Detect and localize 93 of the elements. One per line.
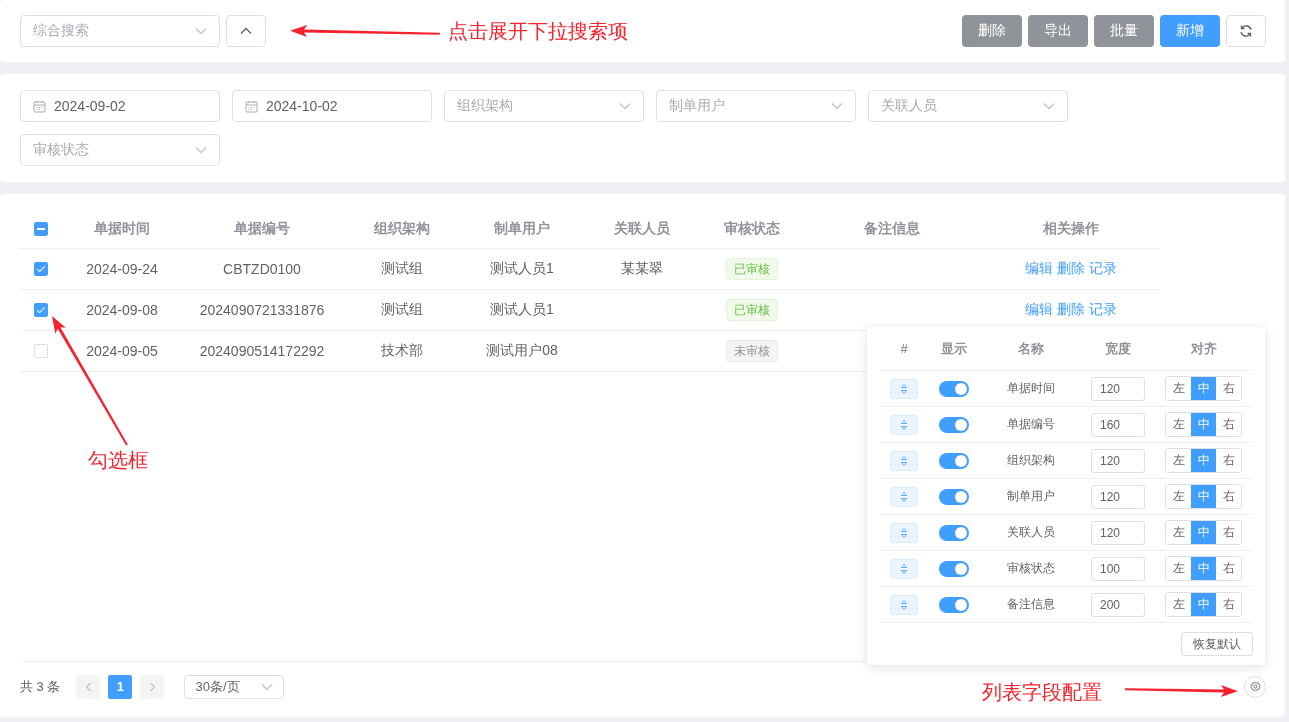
chevron-down-icon [261,682,274,691]
column-header: 审核状态 [724,219,780,238]
width-input[interactable]: 200 [1091,592,1145,617]
table-cell: CBTZD0100 [223,261,301,277]
column-name: 关联人员 [1007,524,1055,541]
annotation-text: 列表字段配置 [982,680,1102,704]
width-input[interactable]: 120 [1091,484,1145,509]
chevron-left-icon [84,681,92,692]
drag-handle[interactable] [890,378,918,399]
annotation-text: 点击展开下拉搜索项 [448,19,628,43]
chevron-down-icon [831,102,843,110]
toggle-switch[interactable] [939,488,969,505]
column-name: 制单用户 [1007,488,1055,505]
chevron-right-icon [148,681,156,692]
drag-handle[interactable] [890,450,918,471]
calendar-icon [33,99,46,113]
drag-handle[interactable] [890,594,918,615]
toggle-switch[interactable] [939,452,969,469]
column-header: 对齐 [1190,339,1217,358]
checkbox[interactable] [34,262,48,276]
toggle-switch[interactable] [939,524,969,541]
table-cell: 2024-09-08 [86,302,158,318]
width-input[interactable]: 120 [1091,520,1145,545]
table-cell: 测试人员1 [490,301,554,319]
sort-icon [901,527,907,538]
date-field[interactable]: 2024-09-02 [20,90,220,122]
table-cell: 2024-09-05 [86,343,158,359]
chevron-up-icon [240,27,252,35]
column-header: 单据时间 [94,219,150,238]
column-header: 显示 [941,339,967,358]
next-page-button[interactable] [140,674,165,699]
table-cell: 测试人员1 [490,260,554,278]
sort-icon [901,383,907,394]
settings-icon [1249,681,1261,692]
sort-icon [901,563,907,574]
width-input[interactable]: 160 [1091,412,1145,437]
table-cell: 测试组 [381,260,423,278]
column-header: # [900,341,908,356]
column-header: 关联人员 [614,219,670,238]
sort-icon [901,491,907,502]
total-count: 共 3 条 [20,677,61,696]
checkbox[interactable] [34,221,48,236]
table-cell: 2024-09-24 [86,261,158,277]
table-cell: 2024090721331876 [199,302,325,318]
refresh-icon [1239,24,1253,38]
column-header: 制单用户 [494,219,550,238]
width-input[interactable]: 100 [1091,556,1145,581]
calendar-icon [245,99,258,113]
column-name: 备注信息 [1007,596,1055,613]
date-field[interactable]: 2024-10-02 [232,90,432,122]
checkbox[interactable] [34,303,48,317]
toggle-switch[interactable] [939,596,969,613]
chevron-down-icon [1043,102,1055,110]
drag-handle[interactable] [890,558,918,579]
toggle-switch[interactable] [939,380,969,397]
table-cell: 测试用户08 [486,342,558,360]
table-cell: 2024090514172292 [199,343,325,359]
refresh-button[interactable] [1226,15,1266,47]
prev-page-button[interactable] [76,674,101,699]
sort-icon [901,455,907,466]
width-input[interactable]: 120 [1091,376,1145,401]
chevron-down-icon [195,146,207,154]
toggle-switch[interactable] [939,416,969,433]
reset-button[interactable]: 恢复默认 [1181,632,1253,656]
column-header: 单据编号 [234,219,290,238]
column-name: 单据时间 [1007,380,1055,397]
status-tag: 未审核 [726,340,778,362]
column-name: 单据编号 [1007,416,1055,433]
width-input[interactable]: 120 [1091,448,1145,473]
annotation-text: 勾选框 [88,448,148,472]
settings-button[interactable] [1244,675,1266,698]
column-header: 名称 [1018,339,1044,358]
page-size-select[interactable]: 30条/页 [184,674,285,699]
sort-icon [901,599,907,610]
drag-handle[interactable] [890,486,918,507]
table-cell: 技术部 [381,342,423,360]
column-name: 审核状态 [1007,560,1055,577]
column-name: 组织架构 [1007,452,1055,469]
drag-handle[interactable] [890,414,918,435]
status-tag: 已审核 [726,258,778,280]
table-cell: 测试组 [381,301,423,319]
collapse-button[interactable] [226,15,266,47]
toggle-switch[interactable] [939,560,969,577]
drag-handle[interactable] [890,522,918,543]
sort-icon [901,419,907,430]
column-header: 备注信息 [864,219,920,238]
chevron-down-icon [619,102,631,110]
table-cell: 某某翠 [621,260,663,278]
status-tag: 已审核 [726,299,778,321]
column-header: 组织架构 [374,219,430,238]
column-header: 相关操作 [1043,219,1099,238]
column-header: 宽度 [1105,339,1131,358]
chevron-down-icon [195,27,207,35]
